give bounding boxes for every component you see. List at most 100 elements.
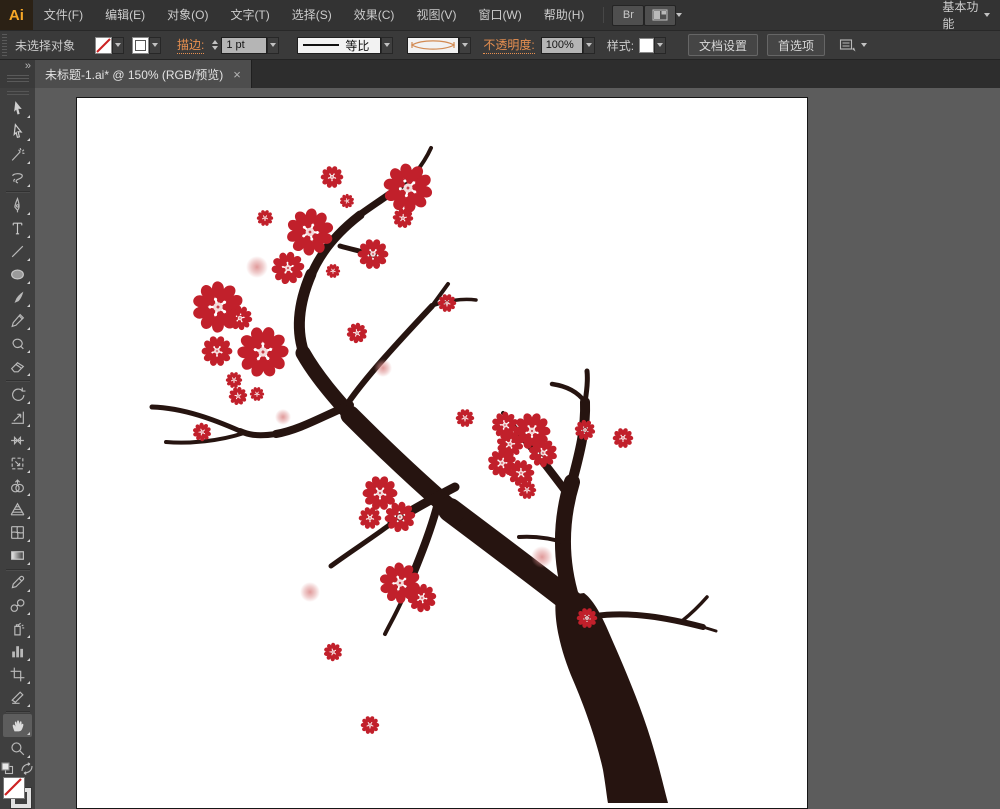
tool-symbol-sprayer[interactable] — [3, 617, 32, 640]
blossom-flower[interactable] — [249, 387, 265, 402]
blossom-flower[interactable] — [612, 428, 634, 449]
blossom-flower[interactable] — [200, 336, 234, 368]
style-dropdown[interactable] — [654, 36, 667, 54]
collapse-tools-icon[interactable]: » — [25, 60, 35, 72]
tool-selection[interactable] — [3, 97, 32, 120]
variable-width-profile-dropdown[interactable] — [459, 36, 472, 54]
control-bar-grip[interactable] — [2, 34, 7, 56]
stroke-color-dropdown[interactable] — [149, 36, 161, 54]
tool-shape-builder[interactable] — [3, 475, 32, 498]
blossom-flower[interactable] — [320, 166, 344, 189]
tool-mesh[interactable] — [3, 521, 32, 544]
tool-rotate[interactable] — [3, 383, 32, 406]
stroke-width-stepper[interactable] — [212, 40, 219, 50]
tool-pen[interactable] — [3, 194, 32, 217]
tools-panel-grip[interactable] — [6, 75, 29, 83]
tool-lasso[interactable] — [3, 166, 32, 189]
stroke-color-swatch[interactable] — [132, 36, 149, 54]
blossom-flower[interactable] — [356, 239, 390, 271]
bridge-button[interactable]: Br — [612, 4, 645, 26]
workspace-switcher[interactable]: 基本功能 — [942, 0, 990, 32]
fill-indicator-swatch[interactable] — [3, 776, 25, 799]
stroke-panel-link[interactable]: 描边: — [177, 36, 205, 54]
width-profile-uniform[interactable]: 等比 — [297, 36, 382, 54]
branch-path — [328, 520, 395, 569]
menu-help[interactable]: 帮助(H) — [533, 0, 596, 30]
blossom-flower[interactable] — [225, 372, 243, 389]
menu-type[interactable]: 文字(T) — [219, 0, 280, 30]
menu-edit[interactable]: 编辑(E) — [94, 0, 156, 30]
panel-options-icon[interactable] — [839, 38, 857, 53]
tool-eyedropper[interactable] — [3, 571, 32, 594]
stroke-width-field[interactable]: 1 pt — [221, 36, 268, 54]
blossom-flower[interactable] — [437, 294, 457, 313]
tools-panel-header: » — [0, 60, 35, 88]
tool-magic-wand[interactable] — [3, 143, 32, 166]
ellipse-icon — [11, 269, 24, 280]
tools-panel-grip[interactable] — [6, 91, 29, 96]
pasteboard[interactable] — [35, 88, 1000, 809]
tool-ellipse[interactable] — [3, 263, 32, 286]
menu-object[interactable]: 对象(O) — [156, 0, 219, 30]
tool-hand[interactable] — [3, 713, 32, 737]
lasso-icon — [12, 173, 23, 184]
blossom-flower[interactable] — [517, 481, 537, 500]
blossom-flower[interactable] — [572, 418, 598, 443]
arrange-documents-button[interactable] — [644, 4, 677, 26]
swap-fill-stroke-icon[interactable] — [20, 762, 34, 775]
opacity-field[interactable]: 100% — [540, 36, 583, 54]
tool-blend[interactable] — [3, 594, 32, 617]
tool-scale[interactable] — [3, 406, 32, 429]
blend-icon — [10, 599, 25, 613]
document-tab[interactable]: 未标题-1.ai* @ 150% (RGB/预览) × — [35, 60, 252, 88]
blossom-flower[interactable] — [256, 210, 274, 227]
artboard[interactable] — [76, 97, 808, 809]
style-swatch[interactable] — [639, 37, 655, 53]
blossom-flower[interactable] — [360, 716, 380, 735]
blossom-flower[interactable] — [455, 409, 475, 428]
tool-artboard[interactable] — [3, 663, 32, 686]
trunk-path — [555, 593, 668, 803]
blossom-flower[interactable] — [325, 264, 341, 279]
blossom-flower[interactable] — [224, 383, 251, 410]
tool-width[interactable] — [3, 429, 32, 452]
tool-blob-brush[interactable] — [3, 332, 32, 355]
menu-window[interactable]: 窗口(W) — [467, 0, 532, 30]
tool-perspective-grid[interactable] — [3, 498, 32, 521]
plum-blossom-artwork[interactable] — [77, 98, 807, 808]
blossom-flower[interactable] — [320, 640, 346, 665]
tool-gradient[interactable] — [3, 544, 32, 567]
blossom-flower[interactable] — [358, 507, 382, 530]
opacity-dropdown[interactable] — [582, 36, 595, 54]
tool-paintbrush[interactable] — [3, 286, 32, 309]
tool-group-separator — [5, 191, 30, 192]
tool-slice[interactable] — [3, 686, 32, 709]
fill-color-swatch[interactable] — [95, 36, 112, 54]
menu-select[interactable]: 选择(S) — [281, 0, 343, 30]
tool-line[interactable] — [3, 240, 32, 263]
width-profile-uniform-dropdown[interactable] — [381, 36, 394, 54]
tool-zoom[interactable] — [3, 737, 32, 760]
document-tab-title: 未标题-1.ai* @ 150% (RGB/预览) — [45, 67, 224, 82]
tool-column-graph[interactable] — [3, 640, 32, 663]
tab-close-icon[interactable]: × — [233, 68, 241, 81]
variable-width-profile[interactable] — [407, 36, 460, 54]
blossom-flower[interactable] — [337, 191, 357, 211]
panel-options-caret-icon[interactable] — [861, 43, 868, 47]
menu-view[interactable]: 视图(V) — [405, 0, 467, 30]
blossom-flower[interactable] — [342, 319, 371, 348]
preferences-button[interactable]: 首选项 — [767, 34, 826, 56]
tool-eraser[interactable] — [3, 355, 32, 378]
tool-type[interactable] — [3, 217, 32, 240]
default-fill-stroke-icon[interactable] — [1, 762, 14, 775]
menu-effect[interactable]: 效果(C) — [343, 0, 406, 30]
document-setup-button[interactable]: 文档设置 — [688, 34, 759, 56]
fill-color-dropdown[interactable] — [112, 36, 124, 54]
stroke-width-dropdown[interactable] — [267, 36, 280, 54]
tool-direct-selection[interactable] — [3, 120, 32, 143]
menu-file[interactable]: 文件(F) — [33, 0, 94, 30]
tool-free-transform[interactable] — [3, 452, 32, 475]
profile-uniform-label: 等比 — [345, 38, 370, 53]
opacity-panel-link[interactable]: 不透明度: — [483, 36, 535, 54]
tool-pencil[interactable] — [3, 309, 32, 332]
